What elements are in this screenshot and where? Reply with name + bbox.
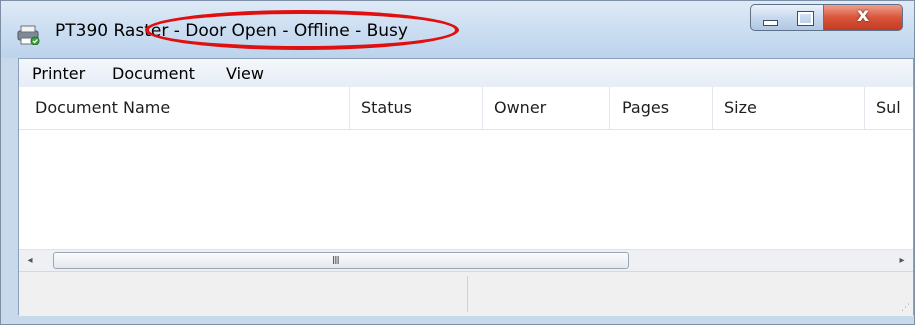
close-button[interactable]: x (824, 4, 903, 31)
minimize-button[interactable] (750, 4, 788, 31)
printer-queue-window: PT390 Raster - Door Open - Offline - Bus… (0, 0, 915, 325)
scrollbar-thumb[interactable]: III (53, 252, 629, 269)
resize-grip-icon[interactable]: ⋰ (901, 304, 910, 313)
menu-document[interactable]: Document (112, 64, 195, 83)
menu-printer[interactable]: Printer (32, 64, 85, 83)
column-header-submitted[interactable]: Sul (876, 87, 913, 129)
column-header-size[interactable]: Size (724, 87, 844, 129)
column-divider[interactable] (349, 87, 350, 129)
title-highlight-ellipse (145, 10, 459, 50)
close-icon: x (856, 4, 870, 26)
column-header-pages[interactable]: Pages (622, 87, 702, 129)
column-header-document-name[interactable]: Document Name (35, 87, 335, 129)
status-divider (467, 276, 468, 312)
title-bar[interactable]: PT390 Raster - Door Open - Offline - Bus… (1, 1, 914, 58)
column-divider[interactable] (864, 87, 865, 129)
column-header-owner[interactable]: Owner (494, 87, 594, 129)
menu-bar: Printer Document View (18, 58, 914, 87)
menu-view[interactable]: View (226, 64, 264, 83)
maximize-icon (797, 11, 814, 26)
printer-icon (17, 25, 40, 45)
scroll-right-arrow-icon[interactable]: ▸ (891, 250, 913, 272)
column-header-row: Document Name Status Owner Pages Size Su… (19, 87, 913, 130)
document-list-body[interactable] (19, 130, 913, 250)
column-header-status[interactable]: Status (361, 87, 471, 129)
horizontal-scrollbar[interactable]: ◂ III ▸ (19, 249, 913, 272)
column-divider[interactable] (482, 87, 483, 129)
column-divider[interactable] (712, 87, 713, 129)
minimize-icon (763, 20, 778, 26)
scroll-left-arrow-icon[interactable]: ◂ (19, 250, 41, 272)
print-queue-list: Document Name Status Owner Pages Size Su… (18, 87, 914, 316)
column-divider[interactable] (609, 87, 610, 129)
maximize-button[interactable] (787, 4, 824, 31)
scrollbar-grip: III (332, 254, 340, 267)
status-bar: ⋰ (19, 271, 913, 316)
